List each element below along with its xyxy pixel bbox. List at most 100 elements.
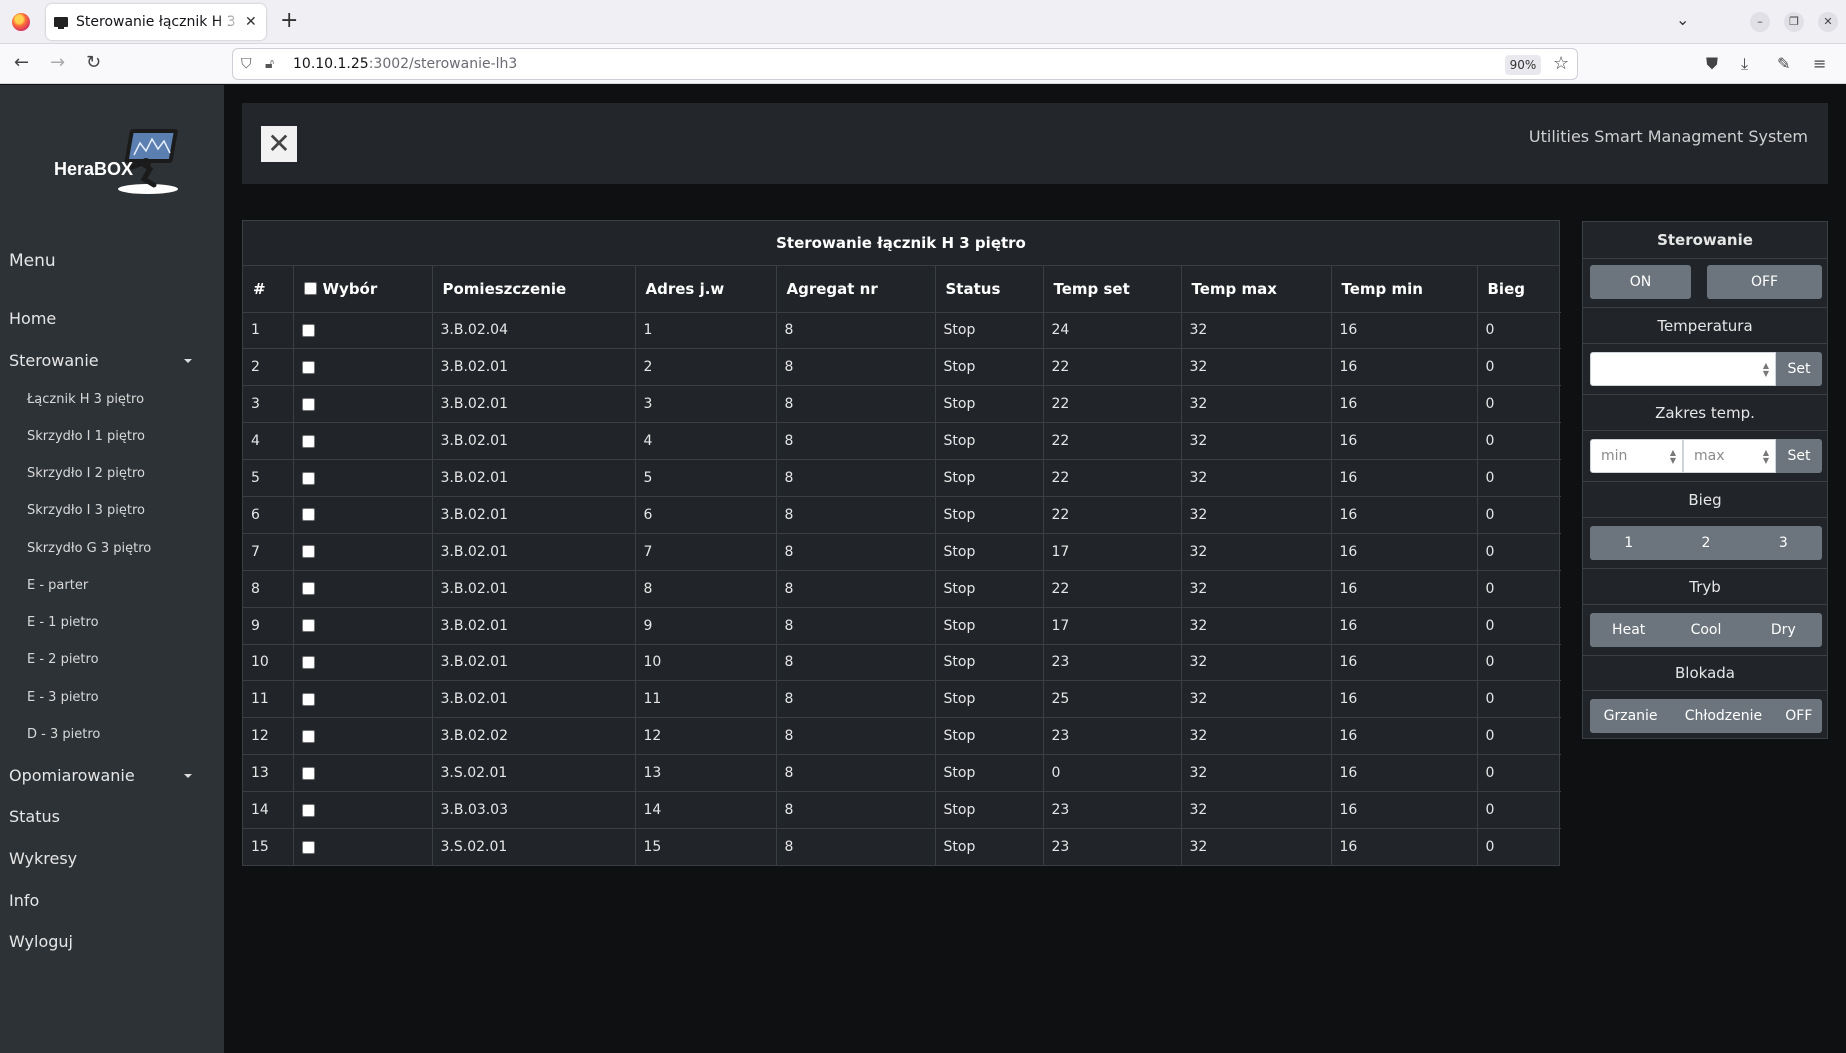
sidebar-sub-item[interactable]: Skrzydło I 2 piętro (27, 466, 145, 481)
max-temp-input[interactable]: max ▲ ▼ (1683, 439, 1776, 473)
sidebar-sub-item[interactable]: E - 3 pietro (27, 690, 99, 705)
sidebar-item-wyloguj[interactable]: Wyloguj (9, 932, 209, 951)
row-checkbox[interactable] (301, 729, 315, 743)
set-temperature-button[interactable]: Set (1776, 352, 1822, 386)
spinner-icon[interactable]: ▲ ▼ (1763, 362, 1769, 378)
blokada-off-button[interactable]: OFF (1776, 699, 1822, 733)
cell-bieg: 0 (1477, 422, 1561, 461)
cell-tset: 17 (1043, 533, 1182, 571)
zoom-level[interactable]: 90% (1505, 55, 1541, 75)
sidebar-sub-item[interactable]: Łącznik H 3 piętro (27, 392, 144, 407)
sidebar-item-sterowanie[interactable]: Sterowanie (9, 351, 209, 370)
menu-title: Menu (9, 251, 56, 271)
download-icon[interactable]: ⤓ (1741, 54, 1748, 74)
cell-status: Stop (935, 385, 1044, 424)
bieg-3-button[interactable]: 3 (1745, 526, 1822, 560)
bieg-2-button[interactable]: 2 (1667, 526, 1744, 560)
chevron-down-icon[interactable]: ⌄ (1676, 10, 1689, 29)
sidebar-sub-item[interactable]: E - 2 pietro (27, 652, 99, 667)
back-arrow-icon[interactable]: ← (14, 52, 29, 74)
sidebar-item-wykresy[interactable]: Wykresy (9, 849, 209, 868)
url-bar[interactable]: ⛉ 🔓︎ 10.10.1.25:3002/sterowanie-lh3 90% … (232, 48, 1578, 80)
sidebar-sub-item[interactable]: E - parter (27, 578, 88, 593)
forward-arrow-icon[interactable]: → (50, 52, 65, 74)
hamburger-menu-icon[interactable]: ≡ (1813, 54, 1826, 73)
sidebar-sub-item[interactable]: Skrzydło G 3 piętro (27, 541, 151, 556)
row-checkbox[interactable] (301, 545, 315, 559)
min-temp-input[interactable]: min ▲ ▼ (1590, 439, 1683, 473)
row-checkbox[interactable] (301, 471, 315, 485)
min-placeholder: min (1601, 448, 1628, 464)
set-range-button[interactable]: Set (1776, 439, 1822, 473)
cell-tmax: 32 (1181, 312, 1332, 350)
row-checkbox[interactable] (301, 840, 315, 854)
cool-button[interactable]: Cool (1667, 613, 1744, 647)
minimize-icon[interactable]: – (1750, 12, 1770, 32)
sidebar-sub-item[interactable]: Skrzydło I 1 piętro (27, 429, 145, 444)
browser-navbar: ← → ↻ ⛉ 🔓︎ 10.10.1.25:3002/sterowanie-lh… (0, 44, 1846, 84)
sidebar-item-status[interactable]: Status (9, 807, 209, 826)
url-text[interactable]: 10.10.1.25:3002/sterowanie-lh3 (293, 56, 517, 72)
row-checkbox[interactable] (301, 803, 315, 817)
cell-agg: 8 (776, 607, 936, 645)
chlodzenie-button[interactable]: Chłodzenie (1671, 699, 1775, 733)
cell-agg: 8 (776, 348, 936, 387)
sidebar-sub-item[interactable]: E - 1 pietro (27, 615, 99, 630)
off-button[interactable]: OFF (1707, 265, 1822, 299)
window-close-icon[interactable]: ✕ (1818, 12, 1838, 32)
sidebar-sub-item[interactable]: Skrzydło I 3 piętro (27, 503, 145, 518)
row-checkbox[interactable] (301, 582, 315, 596)
spinner-icon[interactable]: ▲ ▼ (1670, 449, 1676, 465)
sidebar-sub-item[interactable]: D - 3 pietro (27, 727, 100, 742)
column-header: Temp min (1331, 266, 1478, 313)
row-checkbox[interactable] (301, 323, 315, 337)
pocket-icon[interactable]: ⛊ (1706, 54, 1718, 74)
shield-icon[interactable]: ⛉ (241, 56, 252, 72)
column-header: Bieg (1477, 266, 1561, 313)
row-select-cell (293, 533, 433, 571)
cell-agg: 8 (776, 754, 936, 793)
cell-tmax: 32 (1181, 570, 1332, 608)
cell-tmin: 16 (1331, 385, 1478, 424)
cell-room: 3.B.02.02 (432, 717, 636, 756)
row-checkbox[interactable] (301, 692, 315, 706)
row-checkbox[interactable] (301, 508, 315, 522)
data-table: # Wybór Pomieszczenie Adres j.w Agregat … (243, 266, 1561, 866)
row-checkbox[interactable] (301, 397, 315, 411)
browser-tab[interactable]: Sterowanie łącznik H 3 piętro ✕ (46, 4, 266, 40)
bookmark-star-icon[interactable]: ☆ (1553, 53, 1569, 74)
divider (1583, 568, 1827, 569)
herabox-logo[interactable]: HeraBOX (54, 119, 184, 199)
sidebar-item-home[interactable]: Home (9, 309, 209, 328)
row-checkbox[interactable] (301, 360, 315, 374)
row-checkbox[interactable] (301, 655, 315, 669)
brand-name: HeraBOX (54, 159, 134, 179)
firefox-icon[interactable] (12, 13, 30, 31)
cell-room: 3.B.02.01 (432, 496, 636, 534)
sidebar-item-opomiarowanie[interactable]: Opomiarowanie (9, 766, 209, 785)
close-sidebar-button[interactable]: ✕ (261, 126, 297, 162)
cell-room: 3.B.02.01 (432, 459, 636, 497)
table-row: 10 3.B.02.01 10 8 Stop 23 32 16 0 (243, 644, 1561, 682)
grzanie-button[interactable]: Grzanie (1590, 699, 1671, 733)
eyedropper-icon[interactable]: ✎ (1777, 54, 1790, 73)
select-all-checkbox[interactable] (303, 281, 317, 295)
restore-icon[interactable]: ❐ (1784, 12, 1804, 32)
app-header: ✕ Utilities Smart Managment System (242, 103, 1828, 184)
reload-icon[interactable]: ↻ (86, 52, 101, 74)
dry-button[interactable]: Dry (1745, 613, 1822, 647)
cell-room: 3.B.02.01 (432, 348, 636, 387)
bieg-1-button[interactable]: 1 (1590, 526, 1667, 560)
lock-icon[interactable]: 🔓︎ (265, 56, 274, 72)
close-tab-icon[interactable]: ✕ (245, 14, 257, 30)
row-checkbox[interactable] (301, 766, 315, 780)
heat-button[interactable]: Heat (1590, 613, 1667, 647)
temperature-input[interactable]: ▲ ▼ (1590, 352, 1776, 386)
spinner-icon[interactable]: ▲ ▼ (1763, 449, 1769, 465)
cell-status: Stop (935, 422, 1044, 461)
row-checkbox[interactable] (301, 619, 315, 633)
row-checkbox[interactable] (301, 434, 315, 448)
sidebar-item-info[interactable]: Info (9, 891, 209, 910)
on-button[interactable]: ON (1590, 265, 1691, 299)
new-tab-icon[interactable]: + (280, 9, 298, 33)
